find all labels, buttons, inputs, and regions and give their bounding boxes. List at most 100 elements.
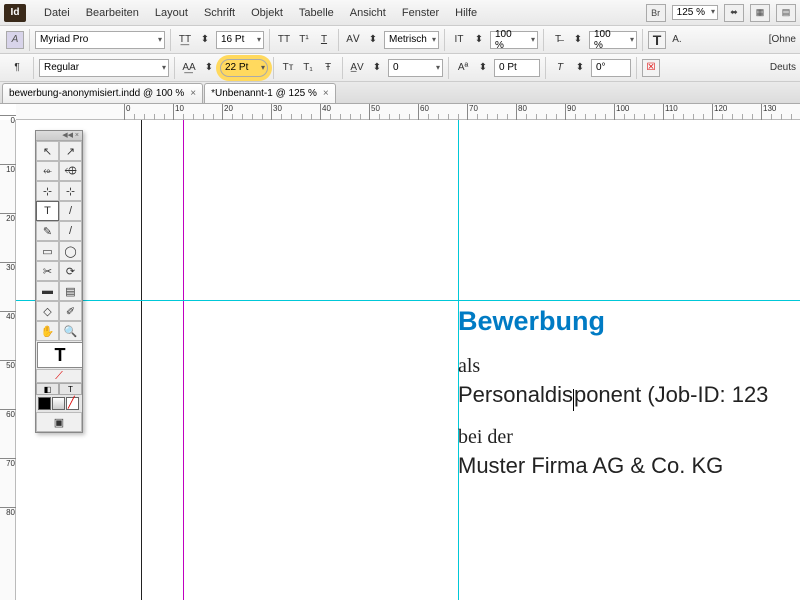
- tool-6-0[interactable]: ✂: [36, 261, 59, 281]
- char-style-icon[interactable]: A.: [668, 31, 686, 49]
- font-family-select[interactable]: Myriad Pro: [35, 31, 165, 49]
- tool-8-1[interactable]: ✐: [59, 301, 82, 321]
- tracking-icon: A̲V: [348, 59, 366, 77]
- tool-3-0[interactable]: T: [36, 201, 59, 221]
- smallcaps-button[interactable]: Tᴛ: [279, 59, 297, 77]
- para-format-icon[interactable]: ¶: [6, 59, 28, 77]
- view-mode-button[interactable]: ▣: [36, 412, 82, 432]
- skew-icon: T: [551, 59, 569, 77]
- ruler-vertical[interactable]: 01020304050607080: [0, 120, 16, 600]
- kerning-icon: AⅤ: [344, 31, 362, 49]
- hscale-stepper[interactable]: ⬍: [569, 31, 587, 49]
- underline-button[interactable]: T: [315, 31, 333, 49]
- language-label[interactable]: Deuts: [770, 62, 796, 73]
- tool-2-1[interactable]: ⊹: [59, 181, 82, 201]
- menu-datei[interactable]: Datei: [36, 7, 78, 19]
- panel-grip[interactable]: ◀◀ ×: [36, 131, 82, 141]
- tool-9-0[interactable]: ✋: [36, 321, 59, 341]
- tool-2-0[interactable]: ⊹: [36, 181, 59, 201]
- no-fill-icon[interactable]: ☒: [642, 59, 660, 77]
- text-cursor: [573, 389, 574, 411]
- tool-1-1[interactable]: ⬲: [59, 161, 82, 181]
- arrange-button[interactable]: ⬌: [724, 4, 744, 22]
- tool-7-0[interactable]: ▬: [36, 281, 59, 301]
- vscale-stepper[interactable]: ⬍: [470, 31, 488, 49]
- format-container-button[interactable]: ◧: [36, 383, 59, 395]
- doc-line-position: Personaldisponent (Job-ID: 123: [458, 382, 800, 408]
- font-size-icon: T͟T: [176, 31, 194, 49]
- ruler-horizontal[interactable]: 0102030405060708090100110120130: [16, 104, 800, 120]
- guide-magenta[interactable]: [183, 120, 184, 600]
- tracking-select[interactable]: 0: [388, 59, 443, 77]
- doc-line-firma: Muster Firma AG & Co. KG: [458, 453, 800, 479]
- menu-fenster[interactable]: Fenster: [394, 7, 447, 19]
- tool-5-1[interactable]: ◯: [59, 241, 82, 261]
- tool-5-0[interactable]: ▭: [36, 241, 59, 261]
- leading-icon: A͟A: [180, 59, 198, 77]
- tool-3-1[interactable]: /: [59, 201, 82, 221]
- char-format-icon[interactable]: A: [6, 31, 24, 49]
- tool-6-1[interactable]: ⟳: [59, 261, 82, 281]
- format-text-button[interactable]: T: [59, 383, 82, 395]
- canvas[interactable]: Bewerbung als Personaldisponent (Job-ID:…: [16, 120, 800, 600]
- skew-field[interactable]: 0°: [591, 59, 631, 77]
- subscript-button[interactable]: T₁: [299, 59, 317, 77]
- view-options-button[interactable]: ▤: [776, 4, 796, 22]
- menu-bearbeiten[interactable]: Bearbeiten: [78, 7, 147, 19]
- bridge-button[interactable]: Br: [646, 4, 666, 22]
- swap-fill-stroke[interactable]: ⟋: [36, 369, 82, 383]
- menu-tabelle[interactable]: Tabelle: [291, 7, 342, 19]
- menu-hilfe[interactable]: Hilfe: [447, 7, 485, 19]
- apply-color-row: ╱: [36, 395, 82, 412]
- kerning-select[interactable]: Metrisch: [384, 31, 439, 49]
- leading-stepper[interactable]: ⬍: [200, 59, 218, 77]
- swatch-gradient[interactable]: [52, 397, 65, 410]
- size-stepper[interactable]: ⬍: [196, 31, 214, 49]
- big-type-tool[interactable]: T: [37, 342, 83, 368]
- menu-ansicht[interactable]: Ansicht: [342, 7, 394, 19]
- skew-stepper[interactable]: ⬍: [571, 59, 589, 77]
- swatch-black[interactable]: [38, 397, 51, 410]
- tool-7-1[interactable]: ▤: [59, 281, 82, 301]
- doc-line-bei: bei der: [458, 426, 800, 449]
- tool-8-0[interactable]: ◇: [36, 301, 59, 321]
- swatch-none[interactable]: ╱: [66, 397, 79, 410]
- menu-layout[interactable]: Layout: [147, 7, 196, 19]
- zoom-select[interactable]: 125 %: [672, 5, 718, 20]
- tool-1-0[interactable]: ⬰: [36, 161, 59, 181]
- fill-text-icon[interactable]: T: [648, 31, 666, 49]
- hscale-icon: T̶: [549, 31, 567, 49]
- leading-select[interactable]: 22 Pt: [220, 59, 268, 77]
- allcaps-button[interactable]: TT: [275, 31, 293, 49]
- vscale-select[interactable]: 100 %: [490, 31, 538, 49]
- tools-panel[interactable]: ◀◀ × ↖↗⬰⬲⊹⊹T/✎/▭◯✂⟳▬▤◇✐✋🔍 T ⟋ ◧ T ╱ ▣: [35, 130, 83, 433]
- baseline-stepper[interactable]: ⬍: [474, 59, 492, 77]
- font-weight-select[interactable]: Regular: [39, 59, 169, 77]
- guide-cyan-h[interactable]: [16, 300, 800, 301]
- tracking-stepper[interactable]: ⬍: [368, 59, 386, 77]
- close-icon[interactable]: ×: [190, 88, 196, 99]
- tab-unbenannt[interactable]: *Unbenannt-1 @ 125 %×: [204, 83, 336, 103]
- strikethrough-button[interactable]: Ŧ: [319, 59, 337, 77]
- tool-0-1[interactable]: ↗: [59, 141, 82, 161]
- tool-4-0[interactable]: ✎: [36, 221, 59, 241]
- doc-line-als: als: [458, 355, 800, 378]
- tool-0-0[interactable]: ↖: [36, 141, 59, 161]
- close-icon[interactable]: ×: [323, 88, 329, 99]
- control-panel-row1: A Myriad Pro T͟T ⬍ 16 Pt TT T¹ T AⅤ ⬍ Me…: [0, 26, 800, 54]
- screen-mode-button[interactable]: ▦: [750, 4, 770, 22]
- menu-objekt[interactable]: Objekt: [243, 7, 291, 19]
- tab-bewerbung[interactable]: bewerbung-anonymisiert.indd @ 100 %×: [2, 83, 203, 103]
- superscript-button[interactable]: T¹: [295, 31, 313, 49]
- document-text-frame[interactable]: Bewerbung als Personaldisponent (Job-ID:…: [458, 306, 800, 497]
- hscale-select[interactable]: 100 %: [589, 31, 637, 49]
- tool-9-1[interactable]: 🔍: [59, 321, 82, 341]
- menu-bar: Id Datei Bearbeiten Layout Schrift Objek…: [0, 0, 800, 26]
- menu-schrift[interactable]: Schrift: [196, 7, 243, 19]
- baseline-field[interactable]: 0 Pt: [494, 59, 540, 77]
- doc-title: Bewerbung: [458, 306, 800, 337]
- kerning-stepper[interactable]: ⬍: [364, 31, 382, 49]
- tool-4-1[interactable]: /: [59, 221, 82, 241]
- char-style-label: [Ohne: [769, 34, 796, 45]
- font-size-select[interactable]: 16 Pt: [216, 31, 264, 49]
